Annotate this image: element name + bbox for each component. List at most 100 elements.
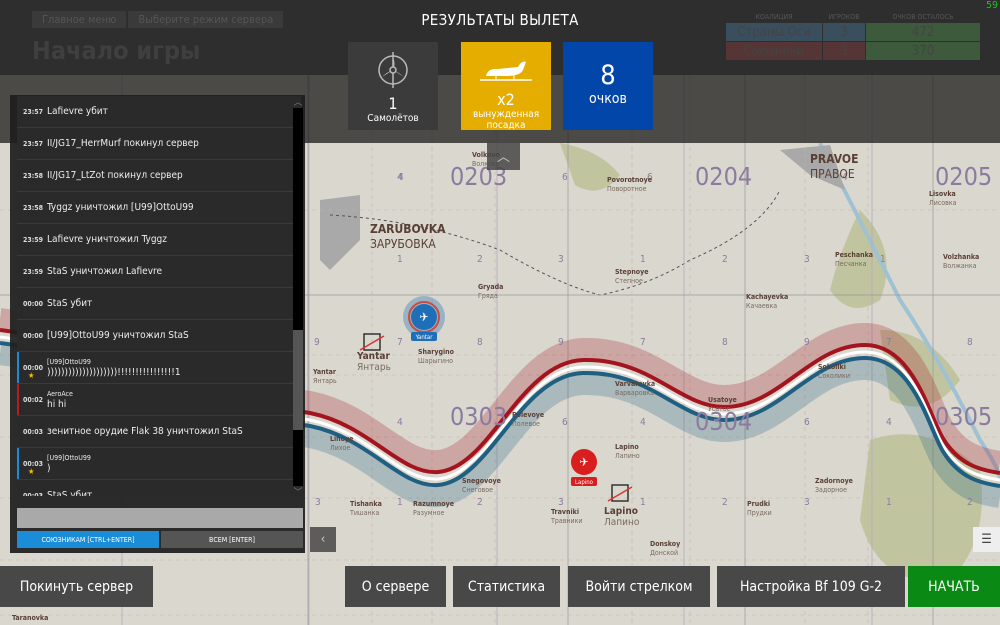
message-text: )	[47, 462, 51, 474]
chat-message: 00:03 зенитное орудие Flak 38 уничтожил S…	[17, 416, 301, 448]
propeller-icon	[378, 52, 408, 88]
town-name-ru: Песчанка	[835, 260, 867, 268]
map-panel-left-button[interactable]: ‹	[310, 527, 336, 552]
chat-scrollbar[interactable]	[293, 108, 303, 486]
send-to-allies-button[interactable]: СОЮЗНИКАМ [CTRL+ENTER]	[17, 531, 159, 548]
town-name-ru: Гряда	[478, 292, 498, 300]
message-text: Lafievre уничтожил Tyggz	[47, 234, 167, 245]
keypad-number: 2	[722, 497, 728, 508]
keypad-number: 1	[397, 497, 403, 508]
sector-label: 0303	[450, 402, 507, 431]
keypad-number: 7	[886, 337, 892, 348]
message-time: 00:00	[23, 331, 44, 340]
scrollbar-thumb[interactable]	[293, 330, 303, 430]
town-name-en: Gryada	[478, 283, 503, 291]
message-time: 23:57	[23, 139, 44, 148]
message-time: 23:57	[23, 107, 44, 116]
aircraft-setup-button[interactable]: Настройка Bf 109 G-2	[717, 566, 905, 607]
town-name-en: Lapino	[604, 506, 638, 517]
keypad-number: 8	[967, 337, 973, 348]
sector-label: 0204	[695, 162, 752, 191]
town-name-ru: Тишанка	[349, 509, 379, 517]
aircraft-label: Самолётов	[367, 113, 419, 124]
chat-message: 23:59 Lafievre уничтожил Tyggz	[17, 224, 301, 256]
message-author: [U99]OttoU99	[47, 453, 91, 462]
message-text: II/JG17_HerrMurf покинул сервер	[47, 138, 199, 149]
send-to-all-button[interactable]: ВСЕМ [ENTER]	[161, 531, 303, 548]
enter-as-gunner-button[interactable]: Войти стрелком	[568, 566, 710, 607]
message-author: [U99]OttoU99	[47, 357, 91, 366]
keypad-number: 3	[558, 254, 564, 265]
keypad-number: 1	[886, 497, 892, 508]
town-name-ru: Волжанка	[943, 262, 977, 270]
keypad-number: 2	[967, 497, 973, 508]
keypad-number: 9	[558, 337, 564, 348]
about-server-button[interactable]: О сервере	[345, 566, 446, 607]
town-name-ru: Лисовка	[929, 199, 957, 207]
town-name-ru: Снеговое	[462, 486, 493, 494]
coalition-marker	[17, 384, 19, 415]
forced-landing-multiplier: x2	[497, 90, 515, 109]
keypad-number: 4	[886, 417, 892, 428]
keypad-number: 1	[640, 497, 646, 508]
town-name-ru: Качаевка	[746, 302, 777, 310]
town-name-ru: Янтарь	[313, 377, 337, 385]
town-name-en: Lisovka	[929, 190, 956, 198]
town-name-ru: Усатое	[708, 405, 731, 413]
coalition-marker	[17, 448, 19, 479]
result-tile-points: 8 очков	[563, 42, 653, 130]
keypad-number: 1	[397, 254, 403, 265]
town-name-ru: Янтарь	[357, 362, 391, 373]
town-name-en: Povorotnoye	[607, 176, 652, 184]
chat-message: 00:00 ★ [U99]OttoU99))))))))))))))))))))!!…	[17, 352, 301, 384]
town-name-ru: Полевое	[512, 420, 540, 428]
chat-message: 23:58 Tyggz уничтожил [U99]OttoU99	[17, 192, 301, 224]
chat-message: 00:02 AeroAce hi hi	[17, 384, 301, 416]
message-time: 00:00	[23, 299, 44, 308]
airfield-marker[interactable]: ✈ Lapino	[571, 449, 597, 486]
town-name-en: Yantar	[356, 351, 390, 362]
keypad-number: 9	[804, 337, 810, 348]
town-name-ru: Лапино	[604, 517, 640, 528]
town-name-en: Sharygino	[418, 348, 455, 356]
town-name-ru: ПРАВОЕ	[810, 167, 855, 181]
fps-counter: 59	[985, 0, 998, 11]
town-name-en: Zadornoye	[815, 477, 853, 485]
town-name-ru: Задорное	[815, 486, 847, 494]
scroll-down-icon[interactable]: ﹀	[293, 485, 303, 498]
points-value: 8	[600, 60, 616, 91]
town-name-ru: Степное	[615, 277, 643, 285]
chat-panel: 23:57 Lafievre убит 23:57 II/JG17_HerrMurf …	[10, 95, 305, 553]
chat-messages[interactable]: 23:57 Lafievre убит 23:57 II/JG17_HerrMurf …	[17, 96, 301, 496]
airfield-marker[interactable]: ✈ Yantar	[403, 296, 445, 341]
chat-message: 23:58 II/JG17_LtZot покинул сервер	[17, 160, 301, 192]
statistics-button[interactable]: Статистика	[453, 566, 560, 607]
town-name-ru: Разумное	[413, 509, 444, 517]
aircraft-count: 1	[388, 94, 398, 113]
town-name-ru: Прудки	[747, 509, 772, 517]
message-author: AeroAce	[47, 389, 73, 398]
keypad-number: 1	[640, 254, 646, 265]
points-label: очков	[589, 91, 627, 107]
map-collapse-up-button[interactable]: ︿	[487, 140, 520, 170]
keypad-number: 7	[640, 337, 646, 348]
town-name-en: Donskoy	[650, 540, 680, 548]
map-legend-button[interactable]: ☰	[973, 527, 1000, 552]
keypad-number: 3	[315, 497, 321, 508]
airfield-name: Yantar	[415, 334, 434, 341]
town-name-en: Varvarovka	[615, 380, 655, 388]
town-name-ru: Шарыгино	[418, 357, 453, 365]
town-name-ru: Соколики	[818, 372, 850, 380]
keypad-number: 4	[397, 172, 403, 183]
town-name-ru: Лихое	[330, 444, 350, 452]
town-name-en: Lihoye	[330, 435, 353, 443]
chat-input[interactable]	[17, 508, 303, 528]
keypad-number: 8	[722, 337, 728, 348]
start-button[interactable]: НАЧАТЬ	[908, 566, 1000, 607]
keypad-number: 3	[804, 254, 810, 265]
leave-server-button[interactable]: Покинуть сервер	[0, 566, 153, 607]
message-text: [U99]OttoU99 уничтожил StaS	[47, 330, 189, 341]
scroll-up-icon[interactable]: ︿	[293, 95, 303, 108]
message-text: Lafievre убит	[47, 106, 108, 117]
keypad-number: 2	[477, 254, 483, 265]
